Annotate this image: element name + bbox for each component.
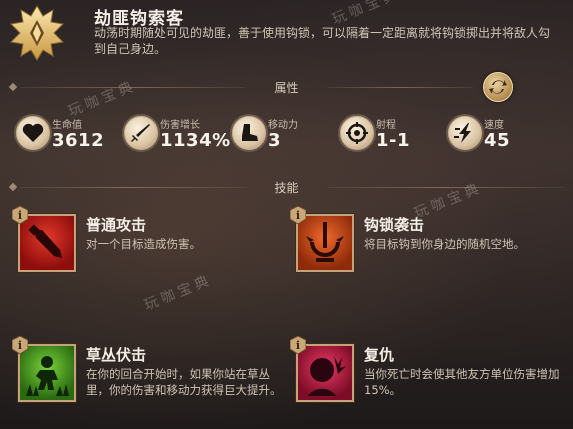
stat-label: 伤害增长 [160,120,200,131]
skill-description: 对一个目标造成伤害。 [86,237,201,251]
info-icon[interactable]: i [289,205,307,225]
skill-card-hook-strike[interactable]: i 钩锁袭击 将目标钩到你身边的随机空地。 [289,205,566,286]
info-icon[interactable]: i [289,335,307,355]
stat-value: 3612 [52,130,105,151]
stat-value: 1134% [160,130,231,151]
skill-description: 在你的回合开始时，如果你站在草丛里，你的伤害和移动力获得巨大提升。 [86,367,282,397]
stat-value: 1-1 [376,130,411,151]
stat-label: 移动力 [268,120,298,131]
target-icon [338,114,376,152]
svg-text:i: i [296,209,300,222]
unit-description: 动荡时期随处可见的劫匪，善于使用钩锁，可以隔着一定距离就将钩锁掷出并将敌人勾到自… [94,26,551,56]
speed-icon [446,114,484,152]
swap-button[interactable] [483,72,513,102]
skill-name: 普通攻击 [86,216,147,234]
skill-name: 草丛伏击 [86,346,147,364]
info-icon[interactable]: i [11,205,29,225]
heart-icon [14,114,52,152]
stat-label: 速度 [484,120,504,131]
class-emblem-icon [8,4,66,62]
swap-arrows-icon [489,80,507,94]
svg-text:i: i [18,339,22,352]
stat-value: 3 [268,130,282,151]
stat-label: 生命值 [52,120,82,131]
svg-text:i: i [18,209,22,222]
svg-text:i: i [296,339,300,352]
skill-name: 钩锁袭击 [364,216,425,234]
skill-card-revenge[interactable]: i 复仇 当你死亡时会使其他友方单位伤害增加15%。 [289,335,566,416]
skill-name: 复仇 [364,346,395,364]
boot-icon [230,114,268,152]
stat-label: 射程 [376,120,396,131]
info-icon[interactable]: i [11,335,29,355]
stat-value: 45 [484,130,511,151]
skill-card-grass-ambush[interactable]: i 草丛伏击 在你的回合开始时，如果你站在草丛里，你的伤害和移动力获得巨大提升。 [11,335,288,416]
skills-section-header: 技能 [0,177,573,197]
skill-card-normal-attack[interactable]: i 普通攻击 对一个目标造成伤害。 [11,205,288,286]
sword-icon [122,114,160,152]
skill-description: 将目标钩到你身边的随机空地。 [364,237,525,251]
skill-description: 当你死亡时会使其他友方单位伤害增加15%。 [364,367,560,397]
